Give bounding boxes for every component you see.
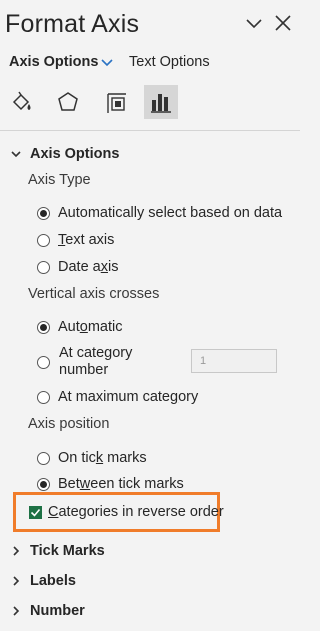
radio-label: Automatic (58, 319, 123, 335)
category-number-input[interactable]: 1 (191, 349, 277, 373)
radio-dot[interactable] (37, 477, 50, 491)
radio-dot[interactable] (37, 260, 50, 274)
checkbox-reverse-order[interactable]: Categories in reverse order (29, 504, 224, 520)
radio-label: At maximum category (58, 389, 199, 405)
radio-cross-max[interactable]: At maximum category (37, 389, 198, 405)
radio-label: Automatically select based on data (58, 205, 283, 221)
radio-between-tick-marks[interactable]: Between tick marks (37, 476, 184, 492)
axis-position-label: Axis position (28, 416, 110, 432)
checkmark-icon (30, 508, 41, 517)
section-labels[interactable]: Labels (10, 573, 76, 589)
fill-line-icon (12, 91, 31, 111)
axis-options-chart-icon (151, 94, 171, 113)
vertical-crosses-label: Vertical axis crosses (28, 286, 160, 302)
section-title: Tick Marks (30, 543, 105, 559)
radio-label-line1: At category (59, 345, 133, 361)
size-properties-tab[interactable] (99, 85, 133, 119)
radio-dot[interactable] (37, 206, 50, 220)
header-divider (0, 130, 300, 131)
collapse-pane-button[interactable] (243, 12, 265, 34)
pane-title: Format Axis (5, 10, 140, 38)
radio-dot[interactable] (37, 320, 50, 334)
section-number[interactable]: Number (10, 603, 85, 619)
axis-options-tab[interactable] (144, 85, 178, 119)
chevron-right-icon (13, 546, 20, 556)
format-axis-pane: Format Axis Axis Options Text Options Ax… (0, 0, 300, 631)
radio-label: Between tick marks (58, 476, 184, 492)
radio-dot[interactable] (37, 233, 50, 247)
radio-cross-automatic[interactable]: Automatic (37, 319, 123, 335)
chevron-down-icon (246, 19, 262, 29)
section-title: Labels (30, 573, 76, 589)
tab-text-options[interactable]: Text Options (129, 54, 210, 70)
radio-label-line2: number (59, 362, 109, 378)
tab-axis-options[interactable]: Axis Options (9, 54, 98, 70)
chevron-right-icon (13, 606, 20, 616)
radio-label: Text axis (58, 232, 115, 248)
radio-auto-select[interactable]: Automatically select based on data (37, 205, 282, 221)
checkbox-box[interactable] (29, 505, 42, 519)
radio-on-tick-marks[interactable]: On tick marks (37, 450, 147, 466)
section-tick-marks[interactable]: Tick Marks (10, 543, 105, 559)
close-pane-button[interactable] (272, 12, 294, 34)
radio-date-axis[interactable]: Date axis (37, 259, 118, 275)
effects-tab[interactable] (51, 85, 85, 119)
fill-line-tab[interactable] (5, 85, 39, 119)
chevron-right-icon (13, 576, 20, 586)
section-title: Axis Options (30, 146, 120, 162)
radio-dot[interactable] (37, 356, 50, 369)
section-axis-options[interactable]: Axis Options (10, 146, 119, 162)
radio-text-axis[interactable]: Text axis (37, 232, 114, 248)
chevron-down-icon[interactable] (101, 58, 113, 68)
size-properties-icon (107, 93, 126, 113)
checkbox-label: Categories in reverse order (48, 504, 224, 520)
chevron-down-icon (11, 151, 21, 158)
axis-type-label: Axis Type (28, 172, 91, 188)
close-icon (275, 15, 291, 31)
radio-label: On tick marks (58, 450, 147, 466)
radio-label: Date axis (58, 259, 119, 275)
effects-pentagon-icon (58, 92, 78, 111)
radio-dot[interactable] (37, 390, 50, 404)
section-title: Number (30, 603, 85, 619)
radio-dot[interactable] (37, 451, 50, 465)
